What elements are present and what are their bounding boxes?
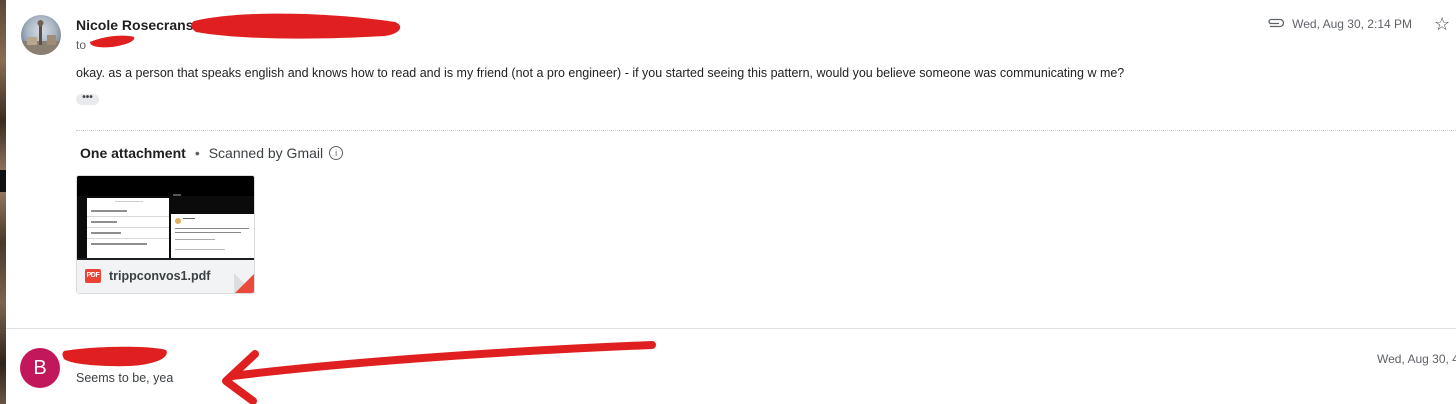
- message-date-collapsed: Wed, Aug 30, 4: [1377, 352, 1456, 366]
- left-edge-photo-strip: [0, 0, 6, 404]
- attachment-file-name[interactable]: trippconvos1.pdf: [109, 269, 210, 283]
- sender-avatar[interactable]: [21, 15, 61, 55]
- annotation-arrow-head: [222, 350, 259, 404]
- attachment-card[interactable]: PDF trippconvos1.pdf: [76, 175, 255, 294]
- attachment-thumbnail: [77, 176, 254, 260]
- message-meta: Wed, Aug 30, 2:14 PM: [1267, 17, 1412, 31]
- attachments-header: One attachment • Scanned by Gmail i: [80, 145, 344, 161]
- message-divider: [6, 328, 1456, 329]
- recipient-line[interactable]: to: [76, 38, 86, 52]
- attachments-divider: [76, 130, 1456, 131]
- message-body: okay. as a person that speaks english an…: [76, 66, 1125, 80]
- redaction-scribble-to: [90, 35, 135, 48]
- pdf-corner-accent: [235, 274, 254, 293]
- star-icon[interactable]: ☆: [1434, 14, 1450, 35]
- show-trimmed-content-button[interactable]: •••: [76, 93, 99, 105]
- pdf-icon: PDF: [85, 269, 101, 283]
- sender-avatar-letter[interactable]: B: [20, 348, 60, 388]
- sender-name[interactable]: Nicole Rosecrans: [76, 17, 194, 33]
- attachment-file-row[interactable]: PDF trippconvos1.pdf: [77, 260, 254, 293]
- redaction-scribble-sender2: [62, 346, 167, 367]
- paperclip-icon: [1267, 17, 1285, 31]
- attachment-count: One attachment: [80, 145, 186, 161]
- reply-snippet[interactable]: Seems to be, yea: [76, 371, 173, 385]
- annotation-arrow-shaft: [228, 341, 656, 380]
- separator-dot: •: [194, 145, 200, 161]
- message-date: Wed, Aug 30, 2:14 PM: [1292, 17, 1412, 31]
- scanned-label: Scanned by Gmail: [208, 145, 324, 161]
- info-icon[interactable]: i: [329, 146, 344, 160]
- to-label: to: [76, 38, 87, 52]
- redaction-scribble-name: [191, 13, 401, 39]
